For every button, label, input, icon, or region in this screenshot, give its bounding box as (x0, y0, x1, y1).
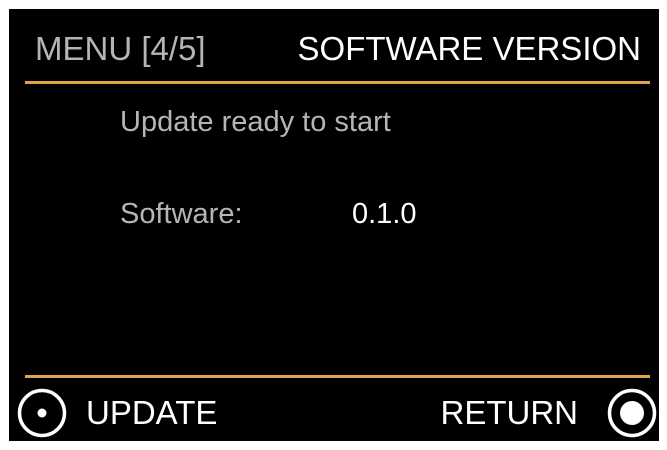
menu-header: MENU [4/5] SOFTWARE VERSION (9, 9, 659, 83)
return-button[interactable]: RETURN (441, 387, 659, 439)
page-title: SOFTWARE VERSION (297, 30, 641, 67)
menu-index: MENU [4/5] (35, 30, 206, 67)
update-button[interactable]: UPDATE (16, 387, 217, 439)
return-button-label: RETURN (440, 394, 579, 431)
header-divider (25, 81, 650, 84)
software-version-value: 0.1.0 (352, 198, 417, 230)
software-label: Software: (120, 198, 243, 230)
update-status-text: Update ready to start (120, 106, 391, 138)
update-button-label: UPDATE (86, 394, 218, 431)
hollow-dot-ring-icon (17, 388, 67, 438)
footer-divider (25, 375, 650, 378)
filled-dot-ring-icon (607, 388, 657, 438)
device-screen: MENU [4/5] SOFTWARE VERSION Update ready… (9, 9, 659, 441)
